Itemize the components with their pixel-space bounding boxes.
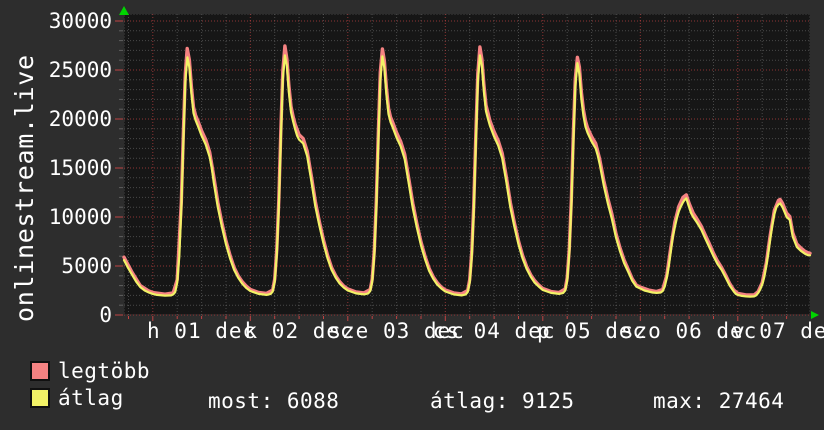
series-line-legtobb	[124, 46, 810, 295]
y-axis-arrow-icon	[119, 6, 129, 15]
series-line-atlag	[124, 55, 810, 296]
plot-border	[125, 15, 810, 315]
y-axis-label: 20000	[0, 108, 112, 130]
stat-atlag: átlag: 9125	[430, 390, 575, 412]
y-axis-label: 0	[0, 304, 112, 326]
chart-canvas	[124, 14, 810, 315]
legend-swatch-legtobb	[30, 361, 50, 381]
y-axis-label: 15000	[0, 157, 112, 179]
x-axis-label: v 07 dec	[732, 320, 824, 342]
legend-label-legtobb: legtöbb	[58, 360, 150, 382]
legend-label-atlag: átlag	[58, 387, 124, 409]
chart-vertical-title: onlinestream.live	[10, 54, 39, 322]
stat-max: max: 27464	[653, 390, 784, 412]
y-axis-label: 5000	[0, 255, 112, 277]
plot-area	[124, 14, 810, 315]
y-axis-label: 10000	[0, 206, 112, 228]
x-axis-label: h 01 dec	[147, 320, 256, 342]
y-axis-label: 30000	[0, 10, 112, 32]
stat-most: most: 6088	[208, 390, 339, 412]
y-axis-label: 25000	[0, 59, 112, 81]
legend-swatch-atlag	[30, 388, 50, 408]
x-axis-arrow-icon	[811, 311, 819, 319]
